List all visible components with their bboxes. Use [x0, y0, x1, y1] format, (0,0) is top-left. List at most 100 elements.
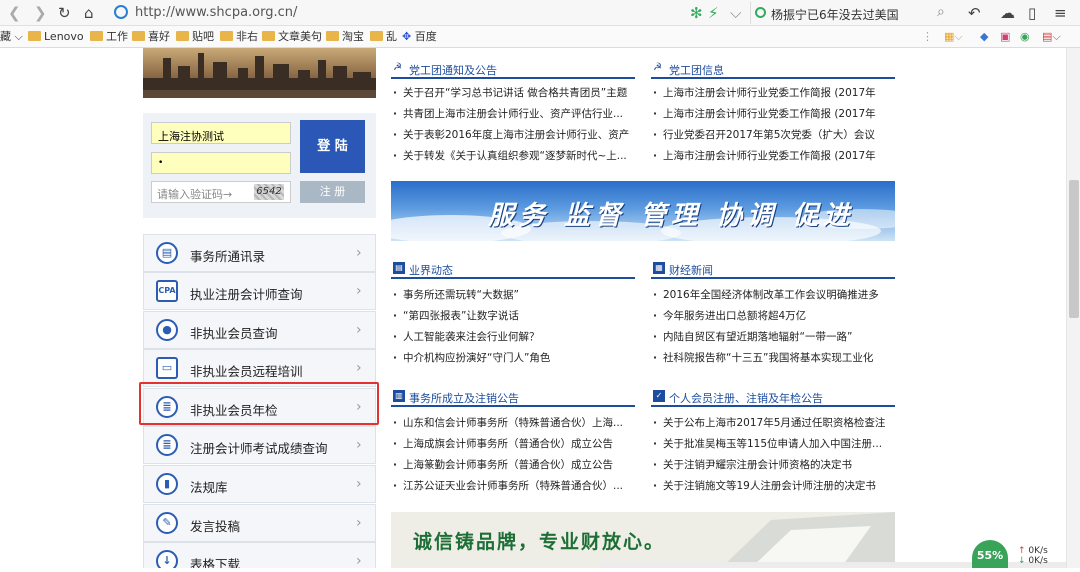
list-item[interactable]: 上海篆勤会计师事务所（普通合伙）成立公告	[393, 457, 635, 473]
list-item[interactable]: 人工智能袭来注会行业何解？	[393, 329, 635, 345]
monitor-icon: ▭	[156, 357, 178, 379]
service-banner-text: 服务 监督 管理 协调 促进	[488, 201, 855, 231]
address-bar[interactable]: http://www.shcpa.org.cn/	[108, 2, 518, 24]
search-icon[interactable]: ⌕	[937, 4, 945, 20]
annotation-highlight-box	[139, 382, 379, 425]
bookmark-folder[interactable]: Lenovo	[28, 29, 84, 45]
scrollbar-thumb[interactable]	[1069, 180, 1079, 318]
address-book-icon: ▤	[156, 242, 178, 264]
back-icon[interactable]: ❮	[8, 3, 21, 23]
shanghai-skyline-image	[143, 48, 376, 98]
slogan-text: 诚信铸品牌，专业财放心。	[413, 531, 666, 553]
party-emblem-icon: ☭	[393, 62, 402, 73]
menu-item-cpa-query[interactable]: CPA 执业注册会计师查询 ›	[143, 272, 376, 310]
bookmark-folder[interactable]: 乱	[370, 29, 397, 45]
section-title: ▦ 财经新闻	[651, 259, 895, 279]
chevron-right-icon: ›	[356, 515, 362, 531]
mobile-icon[interactable]: ▯	[1028, 3, 1036, 23]
chevron-right-icon: ›	[356, 360, 362, 376]
folder-icon	[220, 31, 233, 41]
list-item[interactable]: 上海成旗会计师事务所（普通合伙）成立公告	[393, 436, 635, 452]
login-button[interactable]: 登 陆	[300, 120, 365, 173]
list-item[interactable]: 关于召开“学习总书记讲话 做合格共青团员”主题	[393, 85, 635, 101]
book-icon: ▮	[156, 473, 178, 495]
extension-ad-icon[interactable]: ▤⌵	[1042, 29, 1061, 45]
menu-item-exam-score[interactable]: ≣ 注册会计师考试成绩查询 ›	[143, 426, 376, 464]
list-item[interactable]: 关于转发《关于认真组织参观“逐梦新时代~上...	[393, 148, 635, 164]
list-item[interactable]: 行业党委召开2017年第5次党委（扩大）会议	[653, 127, 895, 143]
list-item[interactable]: 上海市注册会计师行业党委工作简报 (2017年	[653, 106, 895, 122]
menu-item-member-query[interactable]: ● 非执业会员查询 ›	[143, 311, 376, 349]
section-member-notice: ✓个人会员注册、注销及年检公告 关于公布上海市2017年5月通过任职资格检查注 …	[651, 387, 895, 497]
extension-blue-icon[interactable]: ◆	[980, 29, 988, 45]
vertical-scrollbar[interactable]	[1066, 48, 1080, 568]
list-item[interactable]: 关于公布上海市2017年5月通过任职资格检查注	[653, 415, 895, 431]
reload-icon[interactable]: ↻	[58, 3, 71, 23]
section-title: ☭ 党工团通知及公告	[391, 59, 635, 79]
search-engine-icon	[755, 7, 766, 18]
refresh-green-icon[interactable]: ✻	[690, 3, 703, 23]
bookmark-folder[interactable]: 文章美句	[262, 29, 322, 45]
extension-green-icon[interactable]: ◉	[1020, 29, 1030, 45]
menu-item-forms-download[interactable]: ↓ 表格下载 ›	[143, 542, 376, 568]
section-title: ☭ 党工团信息	[651, 59, 895, 79]
list-item[interactable]: 上海市注册会计师行业党委工作简报 (2017年	[653, 148, 895, 164]
chevron-down-icon[interactable]: ⌵	[730, 3, 741, 23]
username-input[interactable]: 上海注协测试	[151, 122, 291, 144]
bookmark-folder[interactable]: 淘宝	[326, 29, 364, 45]
bookmark-folder[interactable]: 工作	[90, 29, 128, 45]
list-item[interactable]: “第四张报表”让数字说话	[393, 308, 635, 324]
bookmark-item[interactable]: 藏 ⌵	[0, 29, 23, 45]
folder-icon	[326, 31, 339, 41]
list-item[interactable]: 今年服务进出口总额将超4万亿	[653, 308, 895, 324]
forward-icon[interactable]: ❯	[34, 3, 47, 23]
search-box[interactable]: 杨振宁已6年没去过美国 ⌕	[750, 2, 966, 24]
bookmarks-bar: 藏 ⌵ Lenovo 工作 喜好 贴吧 非右 文章美句 淘宝 乱 ✥ 百度 ⋮ …	[0, 26, 1080, 48]
folder-icon	[90, 31, 103, 41]
folder-icon	[370, 31, 383, 41]
home-icon[interactable]: ⌂	[84, 3, 94, 23]
list-item[interactable]: 山东和信会计师事务所（特殊普通合伙）上海...	[393, 415, 635, 431]
captcha-image[interactable]: 6542	[254, 184, 284, 200]
url-shield-icon	[114, 5, 128, 19]
bookmark-folder[interactable]: 喜好	[132, 29, 170, 45]
more-icon[interactable]: ⋮	[922, 29, 933, 45]
undo-icon[interactable]: ↶	[968, 3, 981, 23]
menu-item-submit[interactable]: ✎ 发言投稿 ›	[143, 504, 376, 542]
list-item[interactable]: 事务所还需玩转“大数据”	[393, 287, 635, 303]
bookmark-baidu[interactable]: ✥ 百度	[402, 29, 437, 45]
chevron-right-icon: ›	[356, 245, 362, 261]
pen-icon: ✎	[156, 512, 178, 534]
menu-item-firm-directory[interactable]: ▤ 事务所通讯录 ›	[143, 234, 376, 272]
list-item[interactable]: 共青团上海市注册会计师行业、资产评估行业...	[393, 106, 635, 122]
network-speed: ↑ 0K/s ↓ 0K/s	[1018, 546, 1048, 566]
score-icon: ≣	[156, 434, 178, 456]
list-item[interactable]: 内陆自贸区有望近期落地辐射“一带一路”	[653, 329, 895, 345]
list-item[interactable]: 江苏公证天业会计师事务所（特殊普通合伙）...	[393, 478, 635, 494]
lightning-icon[interactable]: ⚡	[708, 3, 719, 23]
list-item[interactable]: 2016年全国经济体制改革工作会议明确推进多	[653, 287, 895, 303]
cloud-icon[interactable]: ☁	[1000, 3, 1015, 23]
folder-icon	[28, 31, 41, 41]
list-item[interactable]: 关于表彰2016年度上海市注册会计师行业、资产	[393, 127, 635, 143]
menu-icon[interactable]: ≡	[1054, 3, 1067, 23]
bookmark-folder[interactable]: 非右	[220, 29, 258, 45]
password-input[interactable]: •	[151, 152, 291, 174]
menu-item-regulations[interactable]: ▮ 法规库 ›	[143, 465, 376, 503]
section-title: ✓ 个人会员注册、注销及年检公告	[651, 387, 895, 407]
list-item[interactable]: 关于注销尹耀宗注册会计师资格的决定书	[653, 457, 895, 473]
user-icon: ●	[156, 319, 178, 341]
extension-pink-icon[interactable]: ▣	[1000, 29, 1010, 45]
speed-ball[interactable]: 55%	[972, 540, 1008, 568]
register-button[interactable]: 注 册	[300, 181, 365, 203]
download-arrow-icon: ↓	[1018, 556, 1026, 566]
cpa-icon: CPA	[156, 280, 178, 302]
list-item[interactable]: 社科院报告称“十三五”我国将基本实现工业化	[653, 350, 895, 366]
bookmark-folder[interactable]: 贴吧	[176, 29, 214, 45]
extension-grid-icon[interactable]: ▦⌵	[944, 29, 963, 45]
news-icon: ▤	[393, 262, 405, 274]
list-item[interactable]: 中介机构应扮演好“守门人”角色	[393, 350, 635, 366]
list-item[interactable]: 上海市注册会计师行业党委工作简报 (2017年	[653, 85, 895, 101]
list-item[interactable]: 关于批准吴梅玉等115位申请人加入中国注册...	[653, 436, 895, 452]
list-item[interactable]: 关于注销施文等19人注册会计师注册的决定书	[653, 478, 895, 494]
